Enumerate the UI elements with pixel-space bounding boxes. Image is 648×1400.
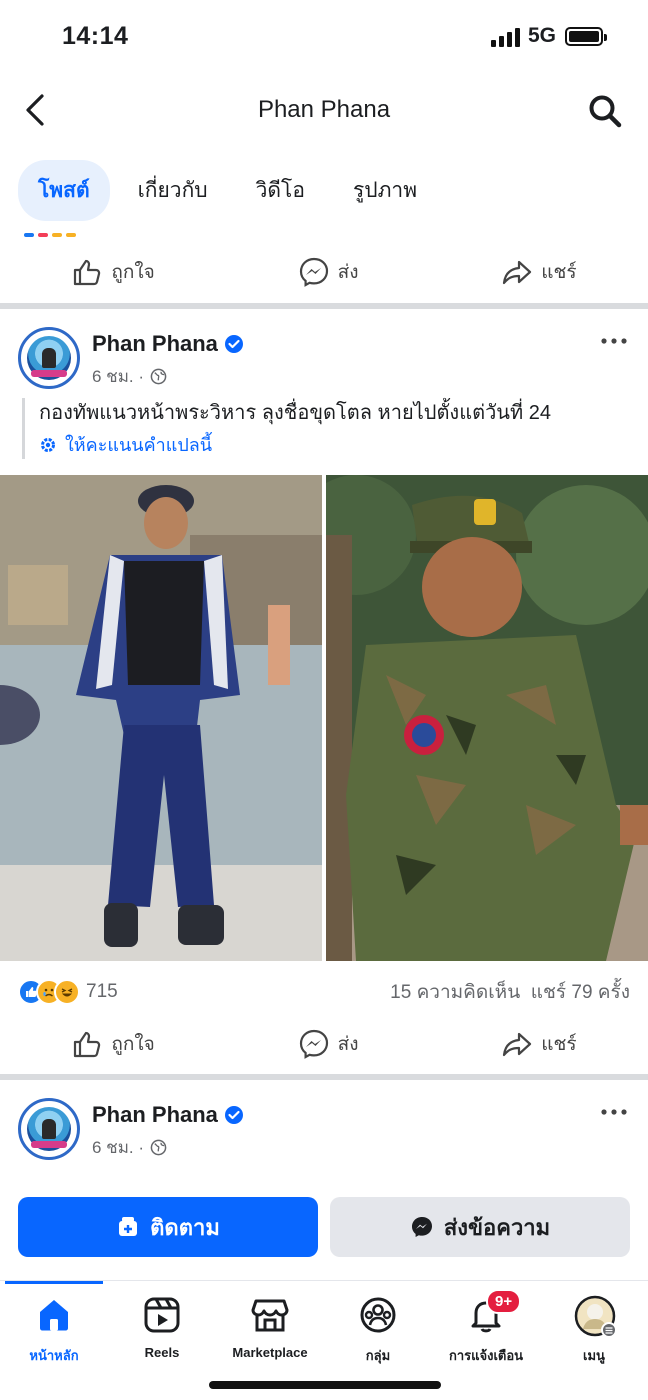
search-icon[interactable]: [586, 92, 624, 130]
globe-icon: [150, 1139, 167, 1156]
post-actions: ถูกใจ ส่ง แชร์: [0, 1016, 648, 1072]
like-icon: [74, 1031, 101, 1058]
status-bar: 14:14 5G: [0, 0, 648, 72]
nav-notifications[interactable]: 9+ การแจ้งเตือน: [432, 1289, 540, 1366]
photo-man-uniform[interactable]: [326, 475, 648, 961]
nav-notifications-label: การแจ้งเตือน: [448, 1348, 524, 1363]
home-indicator: [209, 1381, 441, 1389]
signal-icon: [491, 27, 521, 47]
nav-groups-label: กลุ่ม: [365, 1348, 391, 1363]
battery-icon: [565, 27, 607, 46]
status-time: 14:14: [62, 22, 129, 50]
nav-groups[interactable]: กลุ่ม: [324, 1295, 432, 1366]
active-tab-indicator: [5, 1281, 103, 1284]
post-text: กองทัพแนวหน้าพระวิหาร ลุงชื่อขุดโตล หายไ…: [22, 398, 632, 459]
send-label: ส่ง: [337, 262, 359, 283]
avatar[interactable]: [18, 1098, 80, 1160]
post-header: Phan Phana 6 ชม. ·: [18, 327, 630, 393]
rate-translation-label: ให้คะแนนคำแปลนี้: [65, 435, 213, 455]
globe-icon: [150, 368, 167, 385]
post-time: 6 ชม. ·: [92, 367, 145, 386]
share-button[interactable]: แชร์: [501, 256, 577, 288]
post-header: Phan Phana 6 ชม. ·: [18, 1098, 630, 1164]
messenger-icon: [411, 1217, 432, 1237]
message-label: ส่งข้อความ: [443, 1214, 551, 1240]
nav-home-label: หน้าหลัก: [29, 1348, 79, 1363]
reaction-strip-cropped: [24, 224, 80, 242]
bell-icon: 9+: [466, 1289, 522, 1335]
share-icon: [503, 1032, 532, 1057]
post-stats: 715 15 ความคิดเห็น แชร์ 79 ครั้ง: [18, 976, 630, 1008]
marketplace-icon: [250, 1295, 290, 1335]
like-label: ถูกใจ: [111, 262, 155, 283]
notification-badge: 9+: [486, 1289, 522, 1314]
verified-badge-icon: [224, 1106, 243, 1124]
post-actions-previous: ถูกใจ ส่ง แชร์: [0, 244, 648, 300]
share-label: แชร์: [541, 1034, 577, 1055]
follow-icon: [119, 1217, 138, 1236]
send-button[interactable]: ส่ง: [298, 256, 359, 288]
home-icon: [34, 1295, 74, 1335]
network-label: 5G: [528, 24, 557, 47]
settings-gear-icon: [41, 437, 55, 452]
post-author[interactable]: Phan Phana: [92, 1102, 218, 1128]
photo-man-uniform-illustration: [326, 475, 648, 961]
haha-reaction-icon: [54, 979, 80, 1005]
messenger-icon: [299, 1029, 328, 1059]
nav-marketplace[interactable]: Marketplace: [216, 1295, 324, 1360]
like-button[interactable]: ถูกใจ: [71, 1028, 155, 1060]
tab-posts[interactable]: โพสต์: [18, 159, 110, 221]
message-button[interactable]: ส่งข้อความ: [330, 1197, 630, 1257]
nav-reels[interactable]: Reels: [108, 1295, 216, 1360]
groups-icon: [358, 1295, 398, 1335]
menu-avatar-icon: [574, 1295, 617, 1338]
like-button[interactable]: ถูกใจ: [71, 256, 155, 288]
tab-about[interactable]: เกี่ยวกับ: [118, 160, 228, 221]
post-author[interactable]: Phan Phana: [92, 331, 218, 357]
tab-videos[interactable]: วิดีโอ: [236, 160, 325, 221]
reaction-summary[interactable]: 715: [18, 979, 118, 1005]
more-options-icon[interactable]: [600, 1106, 628, 1118]
photo-man-tracksuit-illustration: [0, 475, 322, 961]
profile-tabs: โพสต์ เกี่ยวกับ วิดีโอ รูปภาพ: [18, 159, 445, 221]
tab-photos[interactable]: รูปภาพ: [333, 160, 437, 221]
post-photos[interactable]: [0, 475, 648, 961]
share-button[interactable]: แชร์: [501, 1028, 577, 1060]
messenger-icon: [299, 257, 328, 287]
share-icon: [503, 260, 532, 285]
nav-marketplace-label: Marketplace: [232, 1345, 308, 1360]
rate-translation-link[interactable]: ให้คะแนนคำแปลนี้: [39, 430, 632, 459]
post-time: 6 ชม. ·: [92, 1138, 145, 1157]
send-label: ส่ง: [337, 1034, 359, 1055]
verified-badge-icon: [224, 335, 243, 353]
reels-icon: [142, 1295, 182, 1335]
feed-divider: [0, 1074, 648, 1080]
send-button[interactable]: ส่ง: [298, 1028, 359, 1060]
page-title: Phan Phana: [257, 96, 391, 123]
follow-label: ติดตาม: [150, 1214, 220, 1240]
reaction-count: 715: [86, 981, 118, 1002]
more-options-icon[interactable]: [600, 335, 628, 347]
comments-shares-count[interactable]: 15 ความคิดเห็น แชร์ 79 ครั้ง: [390, 977, 630, 1007]
share-label: แชร์: [541, 262, 577, 283]
nav-reels-label: Reels: [144, 1345, 180, 1360]
feed-divider: [0, 303, 648, 309]
photo-man-tracksuit[interactable]: [0, 475, 322, 961]
like-label: ถูกใจ: [111, 1034, 155, 1055]
post-body: กองทัพแนวหน้าพระวิหาร ลุงชื่อขุดโตล หายไ…: [39, 402, 551, 424]
follow-button[interactable]: ติดตาม: [18, 1197, 318, 1257]
avatar[interactable]: [18, 327, 80, 389]
like-icon: [74, 259, 101, 286]
nav-home[interactable]: หน้าหลัก: [0, 1295, 108, 1366]
nav-menu-label: เมนู: [583, 1348, 605, 1363]
page-header: Phan Phana: [0, 80, 648, 140]
nav-menu[interactable]: เมนู: [540, 1295, 648, 1366]
